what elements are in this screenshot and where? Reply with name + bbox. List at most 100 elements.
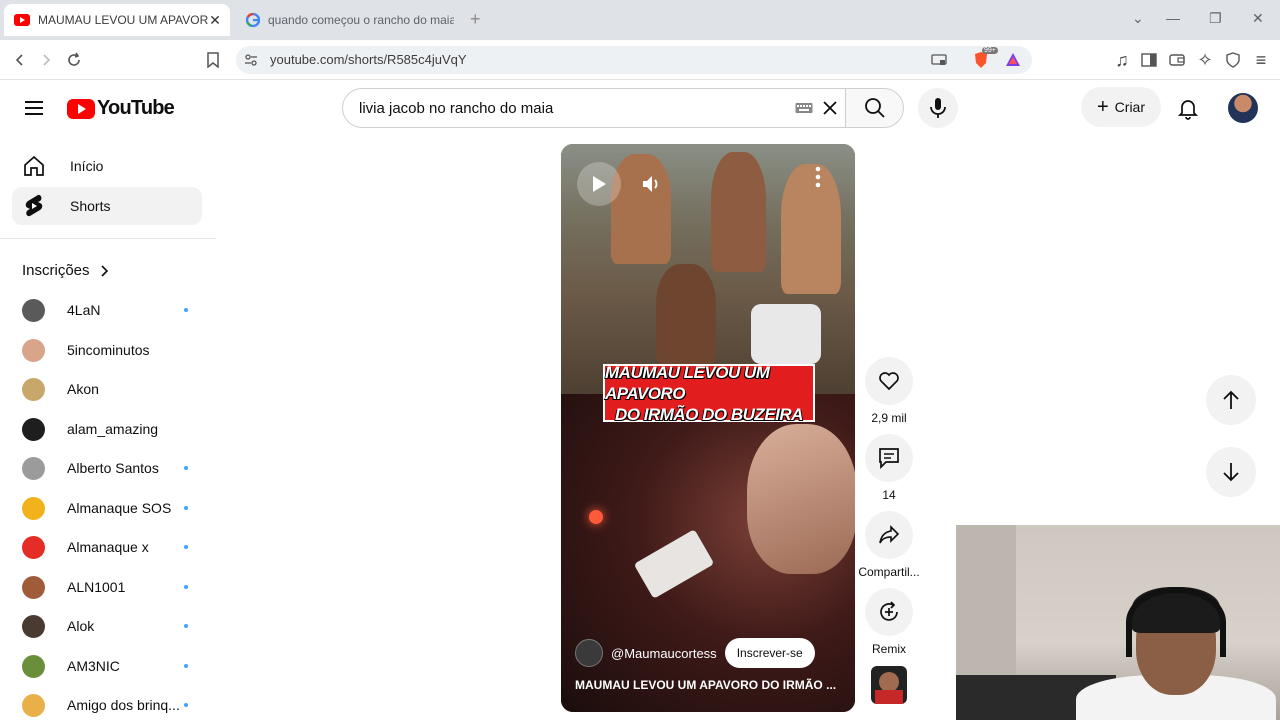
share-label: Compartil... [858,565,920,579]
leo-ai-icon[interactable]: ✧ [1193,48,1217,72]
clear-search-icon[interactable] [821,99,839,122]
channel-avatar [22,298,45,322]
video-title[interactable]: MAUMAU LEVOU UM APAVORO DO IRMÃO ... [575,678,845,692]
search-query: livia jacob no rancho do maia [359,100,554,117]
new-content-dot [184,624,188,628]
vpn-shield-icon[interactable] [1221,48,1245,72]
search-button[interactable] [845,88,904,128]
tab-title: quando começou o rancho do maia [268,13,454,27]
subscription-name: Alberto Santos [67,460,159,476]
subscription-item[interactable]: Akon [22,376,192,402]
subscription-item[interactable]: Amigo dos brinq... [22,692,192,718]
sidebar-item-home[interactable]: Início [12,147,202,185]
wallet-icon[interactable] [1165,48,1189,72]
subscription-item[interactable]: ALN1001 [22,574,192,600]
webcam-overlay [956,525,1280,720]
close-tab-icon[interactable]: ✕ [208,12,222,29]
reload-icon[interactable] [62,48,86,72]
comments-action: 14 [864,434,914,502]
channel-avatar[interactable] [575,639,603,667]
subscription-item[interactable]: Alberto Santos [22,455,192,481]
create-button[interactable]: + Criar [1081,87,1161,127]
subscription-item[interactable]: alam_amazing [22,416,192,442]
channel-avatar [22,456,45,480]
new-content-dot [184,308,188,312]
cast-icon[interactable] [930,51,948,69]
restore-icon[interactable]: ❐ [1209,10,1222,27]
back-icon[interactable] [8,48,32,72]
voice-search-button[interactable] [918,88,958,128]
keyboard-icon[interactable] [795,101,813,120]
subscription-name: 4LaN [67,302,101,318]
brave-rewards-icon[interactable] [1004,51,1022,69]
subscription-name: Almanaque SOS [67,500,172,516]
notifications-bell-icon[interactable] [1176,96,1200,120]
media-icon[interactable]: ♫ [1110,48,1134,72]
channel-name[interactable]: @Maumaucortess [611,646,717,661]
google-favicon-icon [246,13,260,27]
previous-short-button[interactable] [1206,375,1256,425]
remix-icon [880,601,898,621]
share-button[interactable] [865,511,913,559]
subscription-name: alam_amazing [67,421,159,437]
like-button[interactable] [865,357,913,405]
new-tab-icon[interactable]: + [470,9,481,30]
minimize-icon[interactable]: — [1166,10,1180,26]
subscription-item[interactable]: Alok [22,613,192,639]
subscription-item[interactable]: Almanaque x [22,534,192,560]
microphone-icon [930,98,946,118]
new-content-dot [184,545,188,549]
search-input[interactable]: livia jacob no rancho do maia [342,88,845,128]
tab-list-chevron-icon[interactable]: ⌄ [1132,10,1144,27]
subscription-name: 5incominutos [67,342,150,358]
tab-google-search[interactable]: quando começou o rancho do maia [238,4,462,36]
webcam-headset [1126,587,1226,657]
new-content-dot [184,703,188,707]
tab-title: MAUMAU LEVOU UM APAVORO [38,13,208,27]
youtube-logo[interactable]: YouTube [67,97,175,120]
subscription-name: AM3NIC [67,658,120,674]
remix-button[interactable] [865,588,913,636]
play-button[interactable] [577,162,621,206]
youtube-logo-text: YouTube [97,97,175,119]
new-content-dot [184,585,188,589]
browser-menu-icon[interactable]: ≡ [1249,48,1273,72]
sound-thumbnail[interactable] [871,666,907,704]
remix-action: Remix [864,588,914,656]
speaker-face [747,424,855,574]
site-info-icon[interactable] [242,51,260,69]
bookmark-icon[interactable] [201,48,225,72]
forward-icon[interactable] [34,48,58,72]
channel-avatar [22,614,45,638]
comments-button[interactable] [865,434,913,482]
subscription-item[interactable]: AM3NIC [22,653,192,679]
caption-line-2: DO IRMÃO DO BUZEIRA [615,404,803,424]
arrow-down-icon [1223,463,1239,482]
subscriptions-heading[interactable]: Inscrições [22,262,108,279]
next-short-button[interactable] [1206,447,1256,497]
subscribe-button[interactable]: Inscrever-se [724,638,815,668]
hamburger-menu-icon[interactable] [22,96,46,120]
account-avatar[interactable] [1228,93,1258,123]
sidebar-item-shorts[interactable]: Shorts [12,187,202,225]
url-field[interactable]: youtube.com/shorts/R585c4juVqY 99+ [236,46,1032,74]
like-count: 2,9 mil [871,411,907,425]
more-options-icon[interactable] [815,166,827,196]
subscription-item[interactable]: 5incominutos [22,337,192,363]
channel-avatar [22,338,45,362]
tab-youtube-short[interactable]: MAUMAU LEVOU UM APAVORO ✕ [4,4,230,36]
channel-avatar [22,377,45,401]
subscription-name: Alok [67,618,95,634]
comment-count: 14 [882,488,896,502]
close-window-icon[interactable]: ✕ [1252,10,1264,27]
share-arrow-icon [879,525,900,544]
create-label: Criar [1114,99,1146,115]
sidebar-toggle-icon[interactable] [1137,48,1161,72]
volume-muted-icon [643,176,658,192]
subscription-item[interactable]: Almanaque SOS [22,495,192,521]
short-video-player[interactable]: MAUMAU LEVOU UM APAVORO DO IRMÃO DO BUZE… [561,144,855,712]
subscription-name: Amigo dos brinq... [67,697,180,713]
subscription-item[interactable]: 4LaN [22,297,192,323]
mute-button[interactable] [631,162,671,206]
youtube-play-logo-icon [67,98,95,119]
